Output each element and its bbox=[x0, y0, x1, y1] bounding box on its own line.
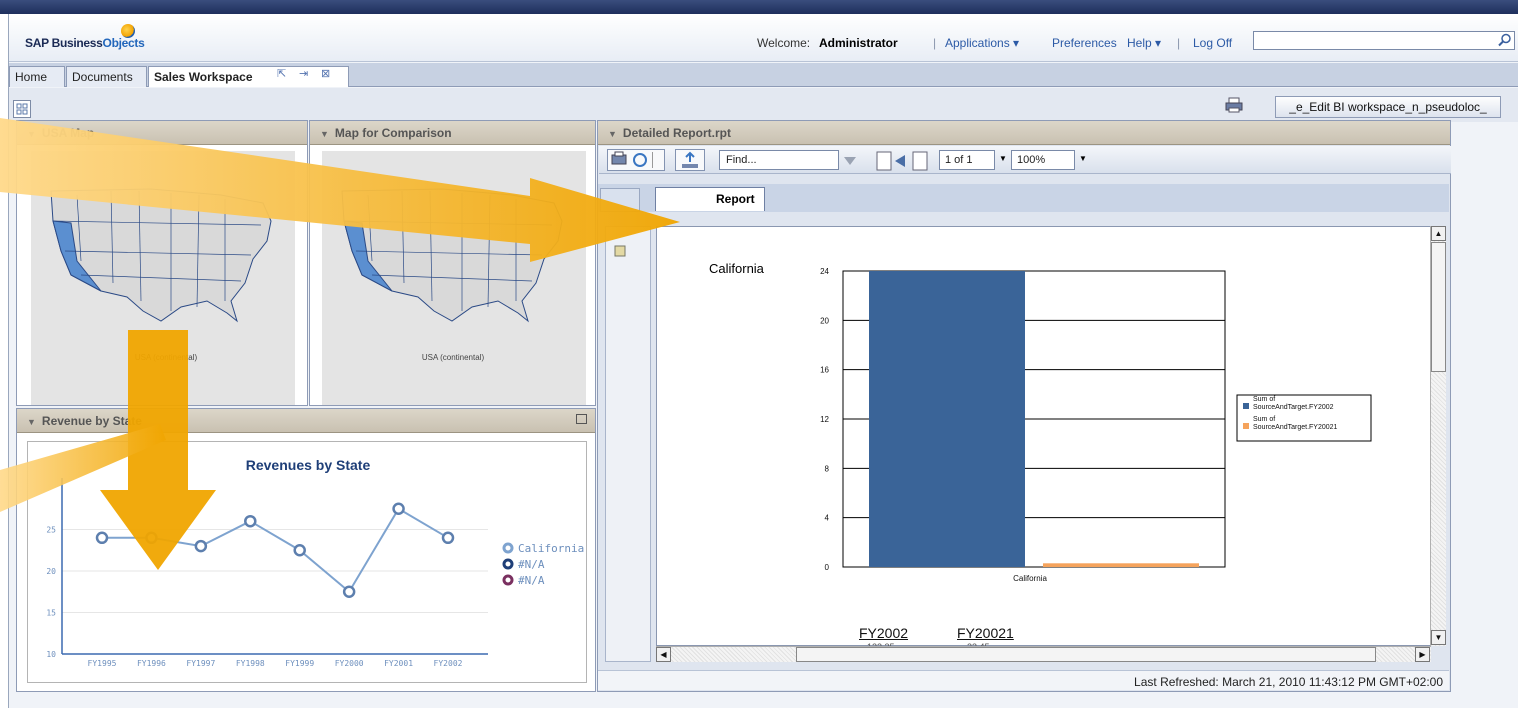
screen: SAP BusinessObjects Welcome: Administrat… bbox=[0, 0, 1518, 708]
tutorial-arrows bbox=[0, 118, 680, 570]
callout-arrow-top bbox=[0, 118, 680, 262]
